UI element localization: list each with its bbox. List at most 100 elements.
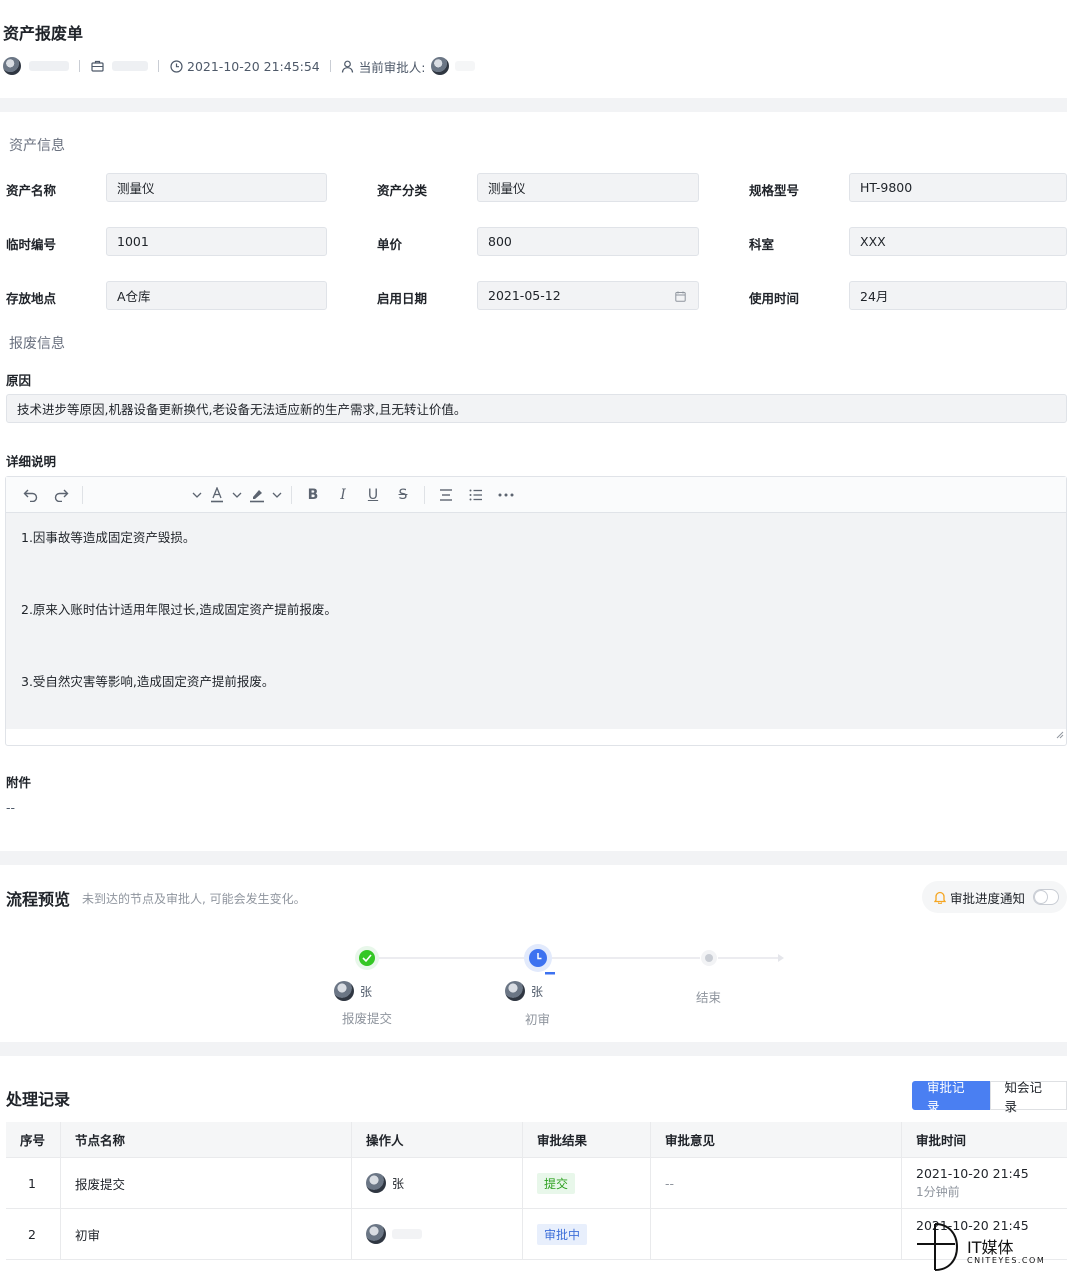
cell-opinion: --: [651, 1158, 902, 1208]
section-gap: [0, 98, 1067, 112]
reason-field[interactable]: 技术进步等原因,机器设备更新换代,老设备无法适应新的生产需求,且无转让价值。: [6, 394, 1067, 423]
table-row: 2 初审 审批中 2021-10-20 21:45: [6, 1209, 1067, 1260]
meta-row: 2021-10-20 21:45:54 当前审批人:: [3, 56, 476, 76]
node-pending-dot: [705, 954, 713, 962]
chevron-down-icon[interactable]: [269, 481, 285, 509]
approver-name-blurred: [455, 61, 476, 71]
node-person: 张: [505, 981, 543, 1001]
cell-operator: [352, 1209, 523, 1259]
list-icon[interactable]: [461, 481, 491, 509]
start-date-value: 2021-05-12: [488, 288, 561, 303]
node-label: 初审: [525, 1012, 551, 1027]
cell-opinion: [651, 1209, 902, 1259]
user-icon: [341, 59, 355, 73]
location-label: 存放地点: [6, 291, 57, 306]
section-gap: [0, 1042, 1067, 1056]
column-header: 审批结果: [523, 1122, 651, 1157]
table-row: 1 报废提交 张 提交 -- 2021-10-20 21:45 1分钟前: [6, 1158, 1067, 1209]
tab-notify-records[interactable]: 知会记录: [989, 1080, 1067, 1114]
flow-hint: 未到达的节点及审批人, 可能会发生变化。: [82, 892, 306, 906]
node-label: 报废提交: [342, 1011, 393, 1026]
avatar: [505, 981, 525, 1001]
editor-toolbar: B I U S: [6, 477, 1066, 513]
applicant-name-blurred: [29, 61, 69, 71]
column-header: 序号: [6, 1122, 61, 1157]
asset-category-field[interactable]: 测量仪: [477, 173, 699, 202]
model-field[interactable]: HT-9800: [849, 173, 1067, 202]
dept-label: 科室: [749, 237, 775, 252]
table-header: 序号 节点名称 操作人 审批结果 审批意见 审批时间: [6, 1122, 1067, 1158]
start-date-label: 启用日期: [377, 291, 428, 306]
relative-time: 1分钟前: [916, 1185, 960, 1199]
price-label: 单价: [377, 237, 403, 252]
avatar: [366, 1173, 386, 1193]
attachment-value: --: [6, 800, 16, 815]
attachment-label: 附件: [6, 775, 32, 790]
cell-node: 报废提交: [61, 1158, 352, 1208]
cell-no: 2: [6, 1209, 61, 1259]
watermark-brand: IT媒体: [967, 1238, 1014, 1257]
underline-icon[interactable]: U: [358, 481, 388, 509]
page-title: 资产报废单: [3, 24, 84, 43]
strikethrough-icon[interactable]: S: [388, 481, 418, 509]
temp-no-field[interactable]: 1001: [106, 227, 327, 256]
applicant-avatar: [3, 57, 21, 75]
node-person-name: 张: [531, 984, 544, 999]
highlight-icon[interactable]: [245, 481, 269, 509]
usage-time-label: 使用时间: [749, 291, 800, 306]
operator-name: 张: [392, 1176, 405, 1191]
approver-avatar: [431, 57, 450, 75]
usage-time-field[interactable]: 24月: [849, 281, 1067, 310]
rich-text-editor: B I U S 1.因事故等造成固定资产毁损。 2.原来入账时估计适用年限过长,…: [5, 476, 1067, 746]
location-field[interactable]: A仓库: [106, 281, 327, 310]
records-table: 序号 节点名称 操作人 审批结果 审批意见 审批时间 1 报废提交 张 提交 -…: [6, 1122, 1067, 1260]
bell-icon: [934, 891, 946, 904]
chevron-down-icon[interactable]: [229, 481, 245, 509]
column-header: 审批时间: [916, 1133, 967, 1148]
column-header: 审批意见: [651, 1122, 902, 1157]
asset-name-field[interactable]: 测量仪: [106, 173, 327, 202]
column-header: 节点名称: [61, 1122, 352, 1157]
asset-section-title: 资产信息: [9, 138, 65, 154]
editor-content[interactable]: 1.因事故等造成固定资产毁损。 2.原来入账时估计适用年限过长,造成固定资产提前…: [6, 513, 1066, 729]
model-label: 规格型号: [749, 183, 800, 198]
scrap-section-title: 报废信息: [9, 336, 65, 352]
detail-line: 1.因事故等造成固定资产毁损。: [21, 530, 196, 545]
start-date-field[interactable]: 2021-05-12: [477, 281, 699, 310]
node-person-name: 张: [360, 984, 373, 999]
resize-handle-icon[interactable]: [1056, 728, 1064, 743]
chevron-down-icon[interactable]: [189, 481, 205, 509]
align-center-icon[interactable]: [431, 481, 461, 509]
avatar: [366, 1224, 386, 1244]
flow-title: 流程预览: [6, 890, 71, 909]
watermark-site: CNITEYES.COM: [967, 1256, 1046, 1265]
node-label: 结束: [696, 990, 722, 1005]
dept-field[interactable]: XXX: [849, 227, 1067, 256]
redo-icon[interactable]: [46, 481, 76, 509]
avatar: [334, 981, 354, 1001]
notify-toggle[interactable]: [1033, 889, 1060, 905]
briefcase-icon: [90, 59, 104, 73]
more-icon[interactable]: [491, 481, 521, 509]
progress-notify: 审批进度通知: [922, 881, 1067, 913]
tab-approval-records[interactable]: 审批记录: [912, 1080, 990, 1114]
calendar-icon[interactable]: [675, 290, 686, 305]
font-color-icon[interactable]: [205, 481, 229, 509]
records-tabs: 审批记录 知会记录: [912, 1080, 1067, 1114]
notify-label: 审批进度通知: [950, 890, 1026, 906]
detail-line: 2.原来入账时估计适用年限过长,造成固定资产提前报废。: [21, 602, 337, 617]
cell-node: 初审: [61, 1209, 352, 1259]
divider: [79, 60, 80, 72]
cell-time: 2021-10-20 21:45 1分钟前: [902, 1158, 1067, 1208]
records-title: 处理记录: [6, 1090, 71, 1109]
undo-icon[interactable]: [16, 481, 46, 509]
bold-icon[interactable]: B: [298, 481, 328, 509]
divider: [158, 60, 159, 72]
cell-result: 提交: [523, 1158, 651, 1208]
price-field[interactable]: 800: [477, 227, 699, 256]
detail-line: 3.受自然灾害等影响,造成固定资产提前报废。: [21, 674, 275, 689]
italic-icon[interactable]: I: [328, 481, 358, 509]
current-approver-label: 当前审批人:: [358, 59, 426, 75]
operator-name-blurred: [392, 1229, 422, 1239]
divider: [329, 60, 331, 72]
